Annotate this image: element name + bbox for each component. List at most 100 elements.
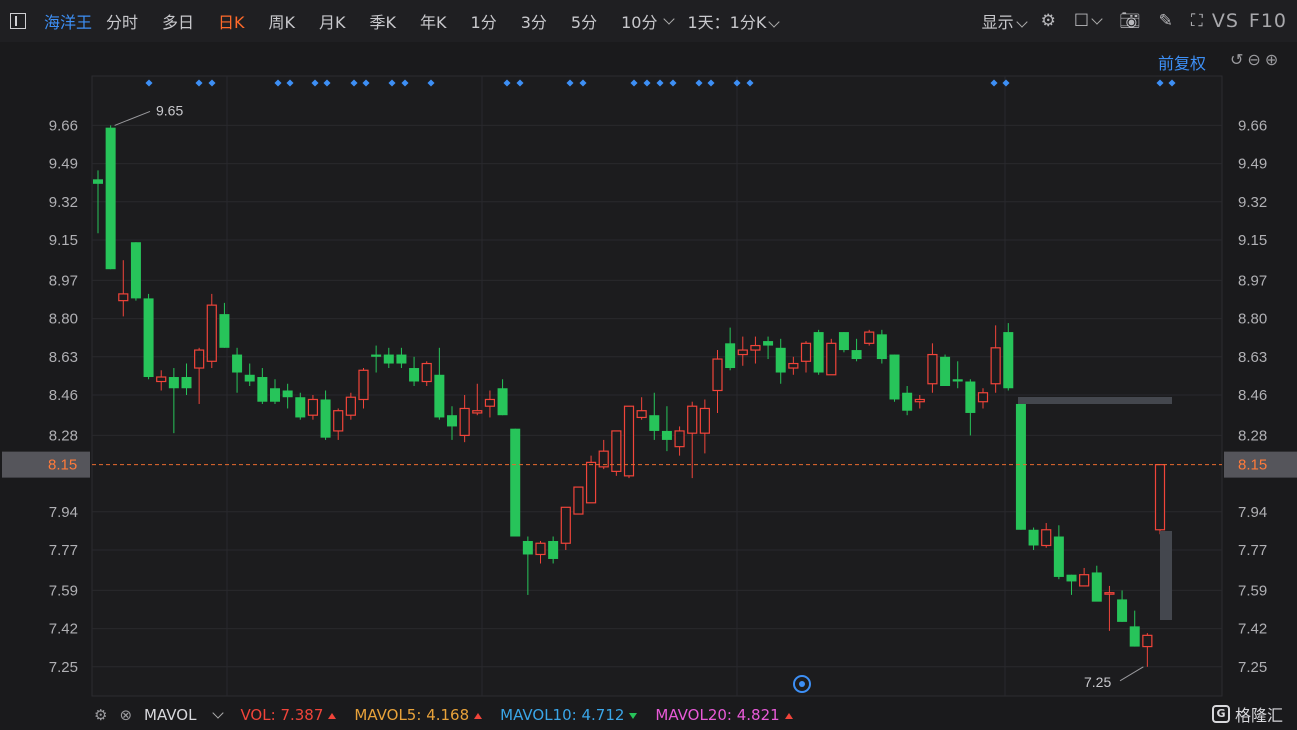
gear-icon[interactable]: ⚙ <box>1041 11 1056 31</box>
zoom-in-icon[interactable]: ⊕ <box>1265 50 1282 69</box>
candle-body <box>510 428 521 537</box>
low-annotation-label: 7.25 <box>1084 674 1111 690</box>
candle <box>623 405 635 479</box>
indicator-bar: ⚙ ⊗ MAVOL VOL: 7.387 MAVOL5: 4.168 MAVOL… <box>0 700 1297 730</box>
tab-daily-k[interactable]: 日K <box>218 9 245 33</box>
close-icon[interactable]: ⊗ <box>119 706 132 724</box>
candle-body <box>459 407 470 437</box>
candle-body <box>130 242 141 299</box>
stock-name[interactable]: 海洋王 <box>44 9 92 33</box>
candle-body <box>864 331 875 344</box>
display-menu[interactable]: 显示 <box>981 9 1028 33</box>
tab-1min[interactable]: 1分 <box>471 9 497 33</box>
candle <box>1015 403 1026 530</box>
candle-body <box>585 461 597 504</box>
candle-body <box>396 354 407 364</box>
candle-body <box>118 293 129 302</box>
brand-logo-icon: G <box>1211 705 1230 723</box>
kline-chart[interactable]: 8.15 8.15 9.65 7.25 9.66 9.49 9.32 9.15 8.97 8.8… <box>0 42 1297 700</box>
chevron-down-icon <box>1015 15 1028 28</box>
candle-body <box>851 350 862 360</box>
top-toolbar: 海洋王 分时 多日 日K 周K 月K 季K 年K 1分 3分 5分 10分 1天… <box>0 0 1297 42</box>
candle-body <box>535 542 546 556</box>
mavol10-label: MAVOL10: 4.712 <box>500 706 638 724</box>
candle-body <box>1091 572 1102 602</box>
candle <box>826 338 837 376</box>
zoom-out-icon[interactable]: ⊖ <box>1247 50 1264 69</box>
price-tick-label-left: 9.15 <box>49 232 78 249</box>
price-tick-label-right: 7.59 <box>1238 582 1267 599</box>
sidebar-toggle-icon[interactable] <box>10 13 26 29</box>
candle-body <box>649 415 660 431</box>
chevron-down-icon <box>1091 13 1103 25</box>
candle-body <box>750 344 761 351</box>
period-select[interactable]: 1天：1分K <box>687 9 781 33</box>
candle <box>940 354 951 386</box>
candle-body <box>522 541 533 555</box>
candle-body <box>206 304 217 362</box>
candle-body <box>927 353 938 385</box>
candle-body <box>838 332 849 351</box>
price-tick-label-right: 8.63 <box>1238 349 1267 366</box>
indicator-name[interactable]: MAVOL <box>144 706 196 724</box>
square-icon[interactable]: ☐ <box>1074 11 1103 31</box>
fullscreen-icon[interactable]: ⛶ <box>1191 11 1203 31</box>
f10-button[interactable]: F10 <box>1249 10 1287 32</box>
pencil-icon[interactable]: ✎ <box>1159 11 1173 31</box>
vol-value: 7.387 <box>280 706 324 724</box>
candle-body <box>307 398 319 416</box>
mavol10-value: 4.712 <box>581 706 625 724</box>
candle <box>813 329 824 375</box>
tab-5min[interactable]: 5分 <box>571 9 597 33</box>
more-tabs-chevron-icon[interactable] <box>663 13 676 25</box>
candle-body <box>788 362 799 369</box>
tab-quarterly-k[interactable]: 季K <box>370 9 397 33</box>
candle-body <box>1066 574 1077 582</box>
adjust-mode-label[interactable]: 前复权 <box>1158 50 1206 74</box>
candle-body <box>902 392 913 411</box>
candle-body <box>661 430 672 440</box>
price-tick-label-left: 9.32 <box>49 194 78 211</box>
price-tick-label-left: 7.42 <box>49 621 78 638</box>
candle-body <box>699 407 710 434</box>
tab-yearly-k[interactable]: 年K <box>420 9 447 33</box>
candle <box>345 392 356 420</box>
tab-weekly-k[interactable]: 周K <box>269 9 296 33</box>
candle-body <box>940 356 951 386</box>
vs-button[interactable]: VS <box>1212 10 1239 32</box>
candle-body <box>358 369 369 401</box>
toolbar-right: 显示 ⚙ ☐ 📷︎ ✎ ⛶ VS F10 <box>982 0 1297 42</box>
price-tick-label-left: 7.94 <box>49 504 78 521</box>
gear-icon[interactable]: ⚙ <box>94 706 107 724</box>
display-menu-label: 显示 <box>981 13 1014 32</box>
candle <box>510 428 521 537</box>
vol-label-text: VOL: <box>240 706 276 724</box>
mavol5-label: MAVOL5: 4.168 <box>354 706 483 724</box>
candle-body <box>775 347 786 373</box>
tab-multiday[interactable]: 多日 <box>162 9 194 33</box>
candle-body <box>257 377 268 402</box>
price-tick-label-left: 9.66 <box>49 117 78 134</box>
candle <box>105 125 116 270</box>
chevron-down-icon[interactable] <box>212 707 225 719</box>
tab-10min[interactable]: 10分 <box>621 9 657 33</box>
price-tick-label-left: 9.49 <box>49 156 78 173</box>
candle-body <box>674 430 685 448</box>
candle <box>838 332 849 353</box>
price-tick-label-right: 8.97 <box>1238 272 1267 289</box>
zoom-controls[interactable]: ↺⊖⊕ <box>1230 50 1282 69</box>
candle <box>130 242 141 301</box>
tab-monthly-k[interactable]: 月K <box>319 9 346 33</box>
mavol5-value: 4.168 <box>426 706 470 724</box>
tab-3min[interactable]: 3分 <box>521 9 547 33</box>
price-tick-label-right: 8.28 <box>1238 427 1267 444</box>
candle-body <box>472 410 483 414</box>
mavol20-label-text: MAVOL20: <box>655 706 732 724</box>
candle-body <box>409 368 420 382</box>
price-tick-label-right: 8.46 <box>1238 387 1267 404</box>
mavol20-label: MAVOL20: 4.821 <box>655 706 793 724</box>
tab-intraday[interactable]: 分时 <box>106 9 138 33</box>
undo-icon[interactable]: ↺ <box>1230 50 1247 69</box>
price-axis-left: 9.66 9.49 9.32 9.15 8.97 8.80 8.63 8.46 8.28 7.94… <box>49 117 78 675</box>
camera-icon[interactable]: 📷︎ <box>1119 11 1141 31</box>
